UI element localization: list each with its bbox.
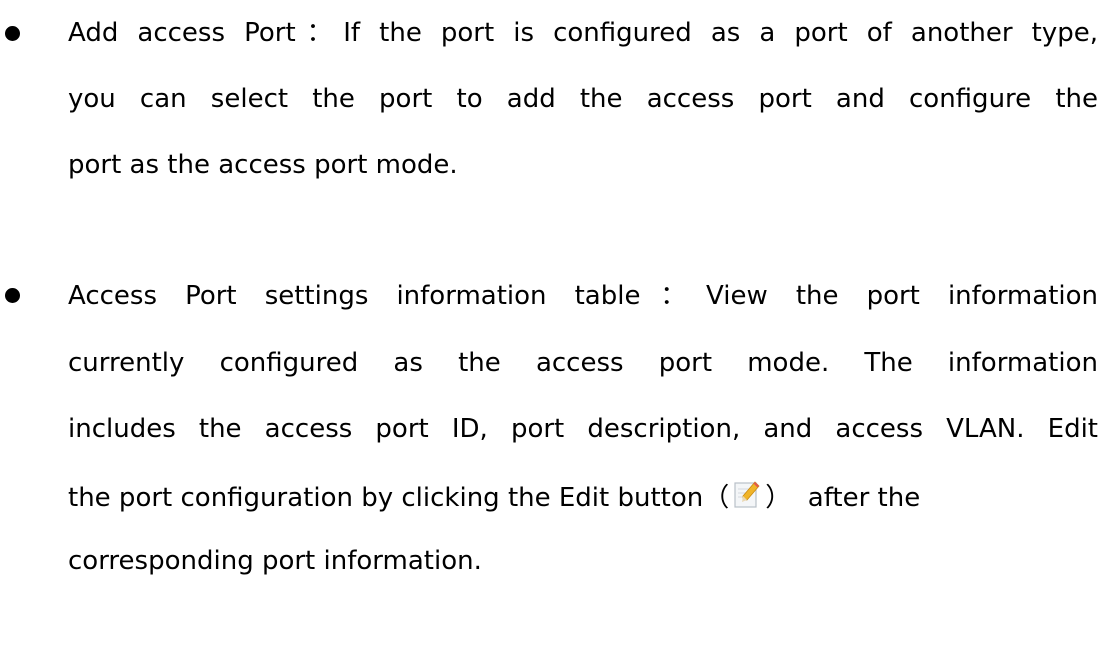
text-segment: ） after the bbox=[765, 483, 921, 513]
bullet-marker bbox=[5, 26, 20, 41]
text-line: you can select the port to add the acces… bbox=[68, 84, 1098, 114]
text-line: Access Port settings information table：V… bbox=[68, 281, 1098, 311]
text-line: currently configured as the access port … bbox=[68, 348, 1098, 378]
edit-icon bbox=[733, 480, 761, 510]
text-segment: the port configuration by clicking the E… bbox=[68, 483, 730, 513]
text-line: port as the access port mode. bbox=[68, 150, 458, 180]
bullet-marker bbox=[5, 288, 20, 303]
text-line: Add access Port：If the port is configure… bbox=[68, 18, 1098, 48]
text-line: includes the access port ID, port descri… bbox=[68, 414, 1098, 444]
text-line-with-edit-icon: the port configuration by clicking the E… bbox=[68, 480, 920, 513]
text-line: corresponding port information. bbox=[68, 546, 482, 576]
